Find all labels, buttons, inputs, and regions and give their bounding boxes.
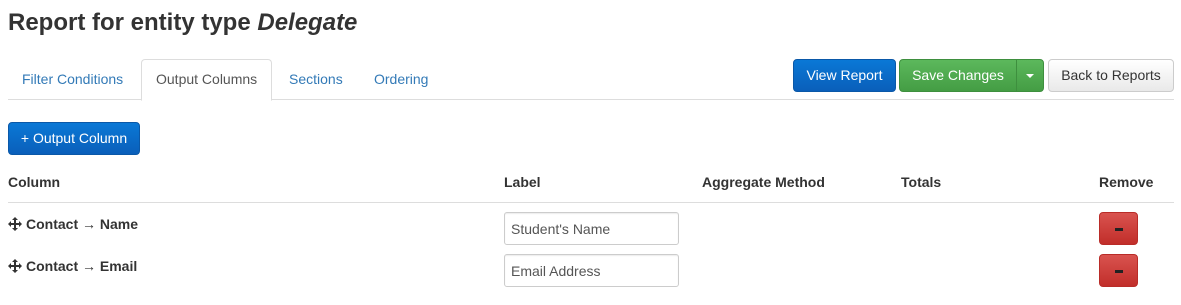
tab-ordering[interactable]: Ordering bbox=[360, 59, 442, 100]
row-label-input[interactable] bbox=[504, 212, 679, 245]
column-header-label: Label bbox=[504, 174, 541, 190]
tab-output-columns[interactable]: Output Columns bbox=[141, 59, 273, 101]
view-report-button[interactable]: View Report bbox=[793, 59, 896, 92]
page-title-prefix: Report for entity type bbox=[8, 9, 258, 36]
column-header-aggregate-method: Aggregate Method bbox=[702, 174, 825, 190]
table-header-divider bbox=[8, 202, 1174, 203]
remove-row-button[interactable] bbox=[1099, 212, 1138, 245]
column-header-totals: Totals bbox=[901, 174, 942, 190]
row-column-text: Contact → Email bbox=[26, 258, 138, 274]
save-changes-button[interactable]: Save Changes bbox=[899, 59, 1017, 92]
minus-icon bbox=[1115, 228, 1123, 231]
entity-type-name: Delegate bbox=[257, 9, 358, 36]
back-to-reports-button[interactable]: Back to Reports bbox=[1048, 59, 1174, 92]
column-header-column: Column bbox=[8, 174, 61, 190]
tab-sections[interactable]: Sections bbox=[275, 59, 357, 100]
caret-down-icon bbox=[1026, 74, 1034, 78]
remove-row-button[interactable] bbox=[1099, 254, 1138, 287]
minus-icon bbox=[1115, 270, 1123, 273]
table-row-column-email: Contact → Email bbox=[8, 257, 137, 275]
save-options-dropdown-button[interactable] bbox=[1016, 59, 1044, 92]
table-row-column-name: Contact → Name bbox=[8, 215, 138, 233]
move-icon[interactable] bbox=[8, 259, 22, 273]
row-label-input[interactable] bbox=[504, 254, 679, 287]
move-icon[interactable] bbox=[8, 217, 22, 231]
page-title: Report for entity type Delegate bbox=[8, 7, 357, 39]
add-output-column-button[interactable]: + Output Column bbox=[8, 122, 140, 155]
tab-filter-conditions[interactable]: Filter Conditions bbox=[8, 59, 137, 100]
column-header-remove: Remove bbox=[1099, 174, 1154, 190]
row-column-text: Contact → Name bbox=[26, 216, 139, 232]
